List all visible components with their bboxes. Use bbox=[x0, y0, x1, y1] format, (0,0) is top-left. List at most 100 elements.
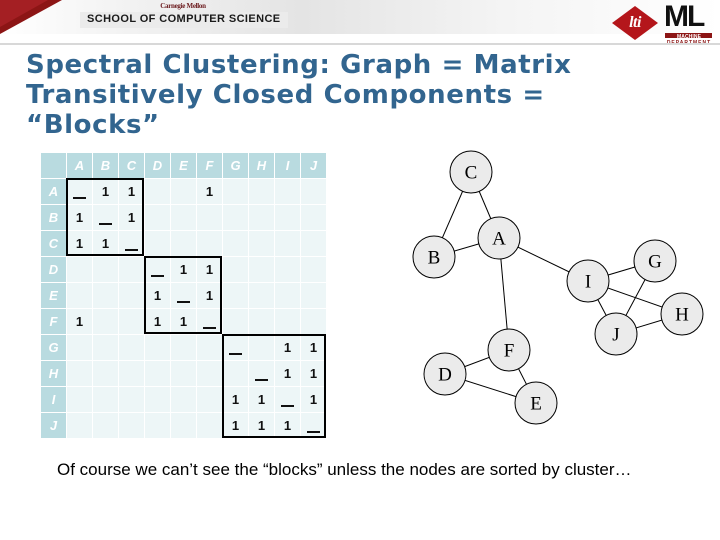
matrix-cell-c-i bbox=[275, 231, 300, 256]
slide-title-line1: Spectral Clustering: Graph = Matrix bbox=[26, 50, 572, 80]
matrix-row-header-h: H bbox=[41, 361, 66, 386]
matrix-col-header-f: F bbox=[197, 153, 222, 178]
matrix-cell-e-j bbox=[301, 283, 326, 308]
matrix-cell-i-c bbox=[119, 387, 144, 412]
matrix-cell-c-h bbox=[249, 231, 274, 256]
graph-node-a[interactable]: A bbox=[477, 216, 521, 260]
graph-node-i[interactable]: I bbox=[566, 259, 610, 303]
matrix-cell-e-a bbox=[67, 283, 92, 308]
graph-node-label-i: I bbox=[585, 272, 591, 293]
matrix-cell-a-d bbox=[145, 179, 170, 204]
matrix-cell-f-i bbox=[275, 309, 300, 334]
ml-logo-text: ML bbox=[664, 0, 705, 33]
matrix-cell-i-a bbox=[67, 387, 92, 412]
matrix-row-header-g: G bbox=[41, 335, 66, 360]
graph-node-label-c: C bbox=[465, 163, 478, 184]
slide-title: Spectral Clustering: Graph = Matrix Tran… bbox=[26, 50, 686, 140]
graph-node-b[interactable]: B bbox=[412, 235, 456, 279]
slide-title-line2: Transitively Closed Components = “Blocks… bbox=[26, 80, 545, 140]
matrix-cell-h-b bbox=[93, 361, 118, 386]
graph-node-label-j: J bbox=[612, 325, 619, 346]
matrix-col-header-h: H bbox=[249, 153, 274, 178]
matrix-cell-j-b bbox=[93, 413, 118, 438]
graph-diagram: C A B I G H J F D E bbox=[400, 150, 710, 440]
matrix-cell-b-g bbox=[223, 205, 248, 230]
matrix-row-header-a: A bbox=[41, 179, 66, 204]
matrix-cell-b-d bbox=[145, 205, 170, 230]
graph-node-label-b: B bbox=[428, 248, 441, 269]
matrix-cell-a-i bbox=[275, 179, 300, 204]
matrix-cell-h-c bbox=[119, 361, 144, 386]
matrix-cell-g-c bbox=[119, 335, 144, 360]
matrix-cell-c-g bbox=[223, 231, 248, 256]
matrix-cell-e-g bbox=[223, 283, 248, 308]
matrix-cell-c-j bbox=[301, 231, 326, 256]
graph-node-g[interactable]: G bbox=[633, 239, 677, 283]
matrix-cell-i-e bbox=[171, 387, 196, 412]
graph-node-h[interactable]: H bbox=[660, 292, 704, 336]
matrix-cell-d-j bbox=[301, 257, 326, 282]
block-def bbox=[144, 256, 222, 334]
graph-svg-canvas: C A B I G H J F D E bbox=[412, 150, 704, 425]
matrix-cell-j-f bbox=[197, 413, 222, 438]
matrix-cell-h-d bbox=[145, 361, 170, 386]
header-divider-rule bbox=[0, 43, 720, 45]
matrix-col-header-c: C bbox=[119, 153, 144, 178]
matrix-cell-g-e bbox=[171, 335, 196, 360]
matrix-cell-c-e bbox=[171, 231, 196, 256]
matrix-cell-a-e bbox=[171, 179, 196, 204]
graph-node-f[interactable]: F bbox=[487, 328, 531, 372]
graph-node-e[interactable]: E bbox=[514, 381, 558, 425]
matrix-cell-a-f: 1 bbox=[197, 179, 222, 204]
caption-line2: are sorted by cluster… bbox=[460, 460, 632, 479]
matrix-col-header-j: J bbox=[301, 153, 326, 178]
matrix-cell-a-h bbox=[249, 179, 274, 204]
matrix-cell-d-a bbox=[67, 257, 92, 282]
caption-line1: Of course we can’t see the “blocks” unle… bbox=[57, 460, 456, 479]
matrix-cell-d-c bbox=[119, 257, 144, 282]
matrix-cell-g-f bbox=[197, 335, 222, 360]
matrix-cell-c-f bbox=[197, 231, 222, 256]
block-abc bbox=[66, 178, 144, 256]
matrix-cell-e-b bbox=[93, 283, 118, 308]
matrix-col-header-b: B bbox=[93, 153, 118, 178]
matrix-col-header-i: I bbox=[275, 153, 300, 178]
matrix-cell-g-d bbox=[145, 335, 170, 360]
matrix-cell-b-i bbox=[275, 205, 300, 230]
graph-node-d[interactable]: D bbox=[423, 352, 467, 396]
matrix-cell-j-e bbox=[171, 413, 196, 438]
matrix-cell-f-g bbox=[223, 309, 248, 334]
matrix-cell-e-i bbox=[275, 283, 300, 308]
matrix-col-header-g: G bbox=[223, 153, 248, 178]
adjacency-matrix: ABCDEFGHIJA111B11C11D11E11F111G11H11I111… bbox=[40, 152, 327, 439]
matrix-cell-c-d bbox=[145, 231, 170, 256]
slide-caption: Of course we can’t see the “blocks” unle… bbox=[57, 458, 677, 481]
matrix-cell-e-c bbox=[119, 283, 144, 308]
matrix-cell-f-a: 1 bbox=[67, 309, 92, 334]
graph-node-label-f: F bbox=[504, 341, 515, 362]
matrix-cell-d-b bbox=[93, 257, 118, 282]
graph-node-label-d: D bbox=[438, 365, 452, 386]
matrix-cell-d-h bbox=[249, 257, 274, 282]
matrix-cell-f-h bbox=[249, 309, 274, 334]
lti-logo: lti bbox=[612, 6, 658, 40]
matrix-cell-g-a bbox=[67, 335, 92, 360]
matrix-cell-j-d bbox=[145, 413, 170, 438]
matrix-cell-j-a bbox=[67, 413, 92, 438]
matrix-cell-i-f bbox=[197, 387, 222, 412]
school-of-computer-science-label: SCHOOL OF COMPUTER SCIENCE bbox=[80, 12, 288, 28]
lti-logo-text: lti bbox=[629, 14, 641, 31]
matrix-cell-h-f bbox=[197, 361, 222, 386]
graph-node-c[interactable]: C bbox=[449, 150, 493, 194]
matrix-cell-d-g bbox=[223, 257, 248, 282]
graph-node-j[interactable]: J bbox=[594, 312, 638, 356]
matrix-cell-i-b bbox=[93, 387, 118, 412]
matrix-row-header-b: B bbox=[41, 205, 66, 230]
matrix-cell-d-i bbox=[275, 257, 300, 282]
matrix-row-header-c: C bbox=[41, 231, 66, 256]
matrix-cell-b-j bbox=[301, 205, 326, 230]
graph-node-label-e: E bbox=[530, 394, 542, 415]
matrix-row-header-j: J bbox=[41, 413, 66, 438]
matrix-header-row: ABCDEFGHIJ bbox=[41, 153, 326, 178]
matrix-row-header-d: D bbox=[41, 257, 66, 282]
